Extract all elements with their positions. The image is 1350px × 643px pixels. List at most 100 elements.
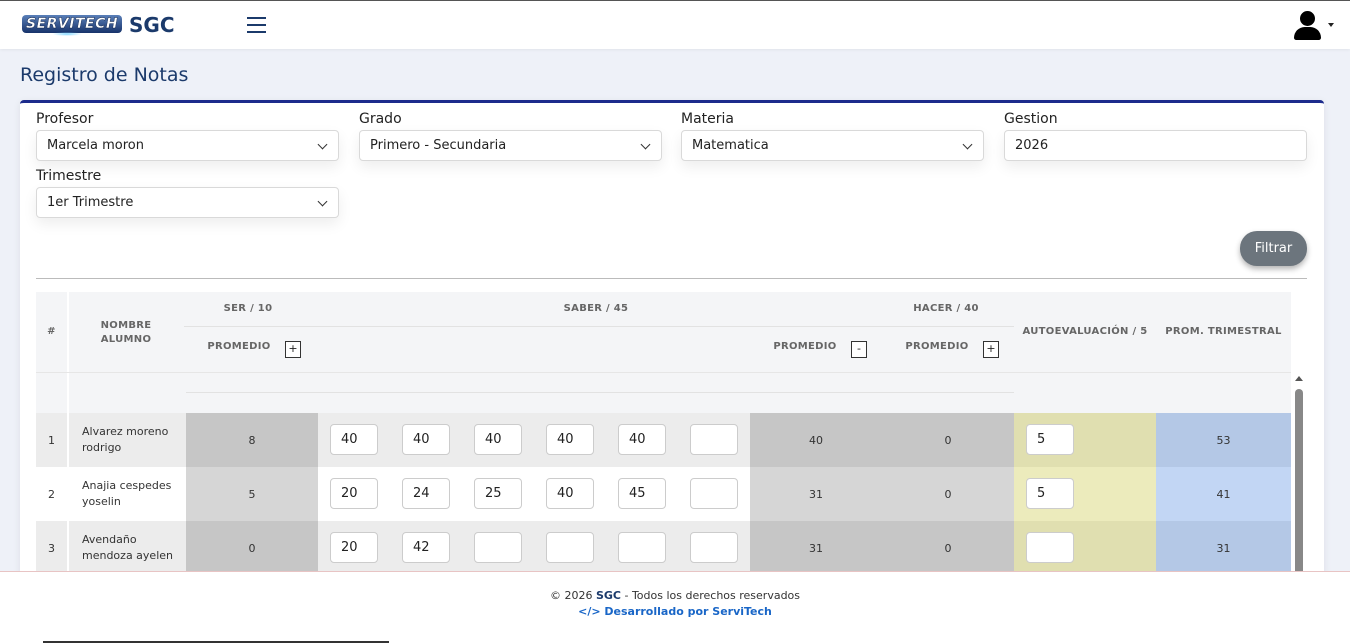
materia-label: Materia — [681, 111, 734, 127]
app-title: SGC — [129, 13, 175, 37]
saber-input[interactable] — [690, 478, 738, 509]
student-name: Alvarez moreno rodrigo — [69, 413, 186, 467]
saber-input[interactable]: 40 — [546, 424, 594, 455]
row-number: 2 — [36, 467, 67, 521]
saber-input[interactable]: 40 — [474, 424, 522, 455]
saber-input[interactable]: 20 — [330, 478, 378, 509]
copyright-prefix: © 2026 — [549, 589, 593, 602]
chevron-down-icon — [640, 139, 651, 150]
saber-input[interactable]: 20 — [330, 532, 378, 563]
saber-inputs-bg — [318, 521, 750, 575]
autoevaluacion-input[interactable]: 5 — [1026, 478, 1074, 509]
saber-promedio-value: 31 — [750, 521, 882, 575]
student-name: Avendaño mendoza ayelen — [69, 521, 186, 575]
chevron-down-icon — [317, 196, 328, 207]
ser-promedio-value: 8 — [186, 413, 318, 467]
saber-input[interactable]: 42 — [402, 532, 450, 563]
header-rule — [36, 372, 1291, 373]
gestion-label: Gestion — [1004, 111, 1058, 127]
materia-value: Matematica — [692, 138, 769, 153]
copyright-brand: SGC — [595, 589, 621, 602]
saber-inputs-bg — [318, 467, 750, 521]
saber-input[interactable] — [474, 532, 522, 563]
chevron-down-icon — [962, 139, 973, 150]
trimestre-select[interactable]: 1er Trimestre — [36, 187, 339, 218]
trimestre-value: 1er Trimestre — [47, 195, 134, 210]
filter-button[interactable]: Filtrar — [1240, 231, 1307, 266]
saber-input[interactable] — [546, 532, 594, 563]
saber-input[interactable]: 40 — [546, 478, 594, 509]
hacer-promedio-value: 0 — [882, 467, 1014, 521]
profesor-select[interactable]: Marcela moron — [36, 130, 339, 161]
gestion-value: 2026 — [1015, 138, 1049, 153]
header-rule — [186, 392, 1014, 393]
header-rule — [184, 326, 1014, 327]
saber-promedio-value: 31 — [750, 467, 882, 521]
saber-promedio-label: PROMEDIO — [773, 341, 837, 352]
grado-value: Primero - Secundaria — [370, 138, 507, 153]
col-header-saber: SABER / 45 — [563, 303, 629, 314]
col-header-ser: SER / 10 — [223, 303, 273, 314]
saber-input[interactable]: 40 — [330, 424, 378, 455]
saber-input[interactable]: 40 — [402, 424, 450, 455]
hacer-promedio-label: PROMEDIO — [905, 341, 969, 352]
chevron-down-icon — [317, 139, 328, 150]
footer: © 2026 SGC - Todos los derechos reservad… — [0, 571, 1350, 643]
scrollbar-thumb[interactable] — [1295, 389, 1303, 579]
ser-promedio-value: 5 — [186, 467, 318, 521]
ser-promedio-value: 0 — [186, 521, 318, 575]
user-avatar-icon[interactable] — [1293, 11, 1323, 41]
col-header-nombre: NOMBRE ALUMNO — [100, 320, 152, 345]
top-navbar: SERVITECH SGC — [0, 0, 1350, 49]
prom-trimestral-value: 41 — [1156, 467, 1291, 521]
page-title: Registro de Notas — [20, 64, 189, 86]
scroll-up-arrow-icon[interactable] — [1295, 376, 1303, 381]
col-header-autoevaluacion: AUTOEVALUACIÓN / 5 — [1022, 326, 1148, 337]
user-menu-caret-icon[interactable] — [1328, 23, 1334, 27]
menu-toggle-icon[interactable] — [247, 17, 266, 33]
saber-input[interactable]: 40 — [618, 424, 666, 455]
logo-glow — [52, 32, 82, 36]
gestion-input[interactable]: 2026 — [1004, 130, 1307, 161]
col-header-num: # — [47, 326, 56, 337]
autoevaluacion-input[interactable] — [1026, 532, 1074, 563]
col-header-prom-trimestral: PROM. TRIMESTRAL — [1165, 326, 1282, 337]
divider — [36, 278, 1307, 279]
prom-trimestral-value: 53 — [1156, 413, 1291, 467]
table-row: 3 Avendaño mendoza ayelen 0 20 42 31 0 3… — [36, 521, 1291, 575]
grado-select[interactable]: Primero - Secundaria — [359, 130, 662, 161]
saber-input[interactable]: 45 — [618, 478, 666, 509]
logo-text: SERVITECH — [22, 15, 123, 33]
row-number: 1 — [36, 413, 67, 467]
table-row: 1 Alvarez moreno rodrigo 8 40 40 40 40 4… — [36, 413, 1291, 467]
saber-input[interactable]: 24 — [402, 478, 450, 509]
hacer-expand-toggle[interactable]: + — [983, 341, 999, 358]
grades-card: Profesor Marcela moron Grado Primero - S… — [20, 100, 1324, 580]
student-name: Anajia cespedes yoselin — [69, 467, 186, 521]
column-divider — [67, 292, 69, 413]
hacer-promedio-value: 0 — [882, 521, 1014, 575]
servitech-logo[interactable]: SERVITECH — [22, 15, 123, 36]
profesor-value: Marcela moron — [47, 138, 144, 153]
hacer-promedio-value: 0 — [882, 413, 1014, 467]
saber-input[interactable]: 25 — [474, 478, 522, 509]
saber-collapse-toggle[interactable]: - — [851, 341, 867, 358]
table-scrollbar[interactable] — [1294, 374, 1304, 579]
saber-promedio-value: 40 — [750, 413, 882, 467]
col-header-hacer: HACER / 40 — [913, 303, 979, 314]
materia-select[interactable]: Matematica — [681, 130, 984, 161]
prom-trimestral-value: 31 — [1156, 521, 1291, 575]
saber-inputs-bg — [318, 413, 750, 467]
profesor-label: Profesor — [36, 111, 94, 127]
row-number: 3 — [36, 521, 67, 575]
copyright-suffix: - Todos los derechos reservados — [624, 589, 801, 602]
ser-promedio-label: PROMEDIO — [207, 341, 271, 352]
developer-link[interactable]: </> Desarrollado por ServiTech — [0, 605, 1350, 618]
saber-input[interactable] — [690, 532, 738, 563]
saber-input[interactable] — [690, 424, 738, 455]
autoevaluacion-input[interactable]: 5 — [1026, 424, 1074, 455]
grado-label: Grado — [359, 111, 402, 127]
trimestre-label: Trimestre — [36, 168, 102, 184]
ser-expand-toggle[interactable]: + — [285, 341, 301, 358]
saber-input[interactable] — [618, 532, 666, 563]
